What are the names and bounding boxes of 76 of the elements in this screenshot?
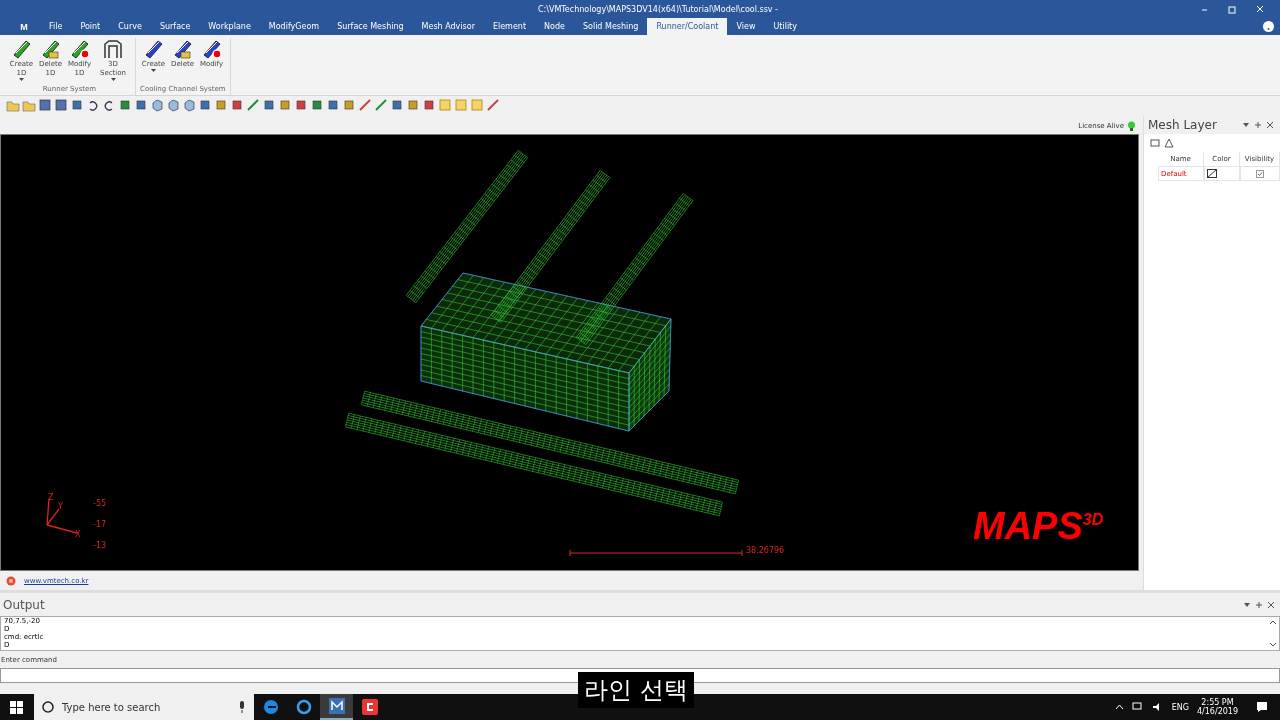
tool-icon[interactable] [342, 98, 356, 112]
language-indicator[interactable]: ENG [1171, 702, 1189, 712]
layers-icon[interactable] [1150, 138, 1160, 148]
ribbon-tab[interactable]: Surface [150, 18, 200, 35]
ribbon-tab[interactable]: Node [535, 18, 574, 35]
bulb-icon [1127, 121, 1136, 131]
tool-icon[interactable] [278, 98, 292, 112]
tool-icon[interactable] [198, 98, 212, 112]
coordinate-value: -13 [93, 541, 107, 550]
ribbon-tab[interactable]: Runner/Coolant [647, 18, 728, 35]
tool-icon[interactable] [310, 98, 324, 112]
pen-icon[interactable] [486, 98, 500, 112]
pin-icon[interactable] [1253, 600, 1265, 609]
tool-icon[interactable] [118, 98, 132, 112]
save-icon[interactable] [54, 98, 68, 112]
tool-icon[interactable] [422, 98, 436, 112]
panel-title: Output [3, 597, 46, 612]
cube-icon[interactable] [182, 98, 196, 112]
tool-icon[interactable] [262, 98, 276, 112]
close-icon[interactable] [1264, 121, 1276, 129]
ribbon-tab[interactable]: Mesh Advisor [412, 18, 484, 35]
tool-icon[interactable] [134, 98, 148, 112]
ribbon-tab[interactable]: Utility [764, 18, 806, 35]
tool-icon[interactable] [390, 98, 404, 112]
line-icon[interactable] [358, 98, 372, 112]
app-icon [328, 698, 345, 714]
clock[interactable]: 2:55 PM 4/16/2019 [1196, 698, 1238, 716]
ribbon-tab[interactable]: Solid Meshing [573, 18, 648, 35]
logo-icon [6, 575, 16, 586]
network-icon[interactable] [1131, 702, 1144, 712]
ribbon-tab[interactable]: File [40, 18, 72, 35]
taskbar-app[interactable] [320, 694, 353, 720]
tool-icon[interactable] [214, 98, 228, 112]
subtitle-caption: 라인 선택 [578, 672, 694, 708]
line-icon[interactable] [374, 98, 388, 112]
coordinate-value: -17 [93, 520, 107, 529]
app-icon [361, 699, 378, 715]
tool-icon[interactable] [406, 98, 420, 112]
ribbon-tab[interactable]: Curve [109, 18, 151, 35]
search-icon [42, 701, 54, 713]
window-title: C:\VMTechnology\MAPS3DV14(x64)\Tutorial\Model\cool.ssv - [537, 4, 779, 14]
browser-icon [295, 699, 312, 715]
search-field[interactable]: Type here to search [34, 694, 254, 720]
tool-icon[interactable] [294, 98, 308, 112]
tool-icon[interactable] [326, 98, 340, 112]
coordinate-value: -55 [93, 499, 107, 508]
chevron-up-icon[interactable] [1114, 704, 1124, 710]
ruler-icon[interactable] [246, 98, 260, 112]
microphone-icon[interactable] [238, 701, 246, 713]
close-icon[interactable] [1265, 600, 1277, 609]
cube-icon[interactable] [150, 98, 164, 112]
viewport[interactable]: Z Y X -55 -17 -13 38.26796 MAPS$^{3D}$ [0, 134, 1139, 571]
triangle-icon[interactable] [1164, 138, 1174, 148]
notification-icon[interactable] [1256, 701, 1268, 713]
tool-icon[interactable] [230, 98, 244, 112]
ribbon-tab[interactable]: ModifyGeom [259, 18, 329, 35]
pin-icon[interactable] [1252, 121, 1264, 129]
axis-triad-drawing: Z Y X [41, 493, 83, 537]
ribbon-tab[interactable]: View [727, 18, 765, 35]
panel-title: Mesh Layer [1148, 118, 1218, 132]
ribbon-tab[interactable]: Surface Meshing [328, 18, 413, 35]
help-icon[interactable] [1263, 21, 1274, 32]
save-icon[interactable] [38, 98, 52, 112]
scale-value: 38.26796 [746, 546, 785, 555]
ribbon-tab[interactable]: Workplane [199, 18, 260, 35]
dropdown-icon[interactable] [1241, 600, 1253, 609]
ribbon-tab[interactable]: Point [71, 18, 110, 35]
color-swatch[interactable] [1207, 169, 1217, 178]
logo: MAPS$^{3D}$ [973, 505, 1104, 548]
app-menu-button[interactable]: M [8, 19, 40, 35]
tool-icon[interactable] [70, 98, 84, 112]
cube-icon[interactable] [166, 98, 180, 112]
ribbon-tab[interactable]: Element [483, 18, 536, 35]
dropdown-icon[interactable] [1240, 121, 1252, 129]
section-icon [102, 38, 124, 60]
visibility-checkbox[interactable] [1256, 169, 1264, 178]
